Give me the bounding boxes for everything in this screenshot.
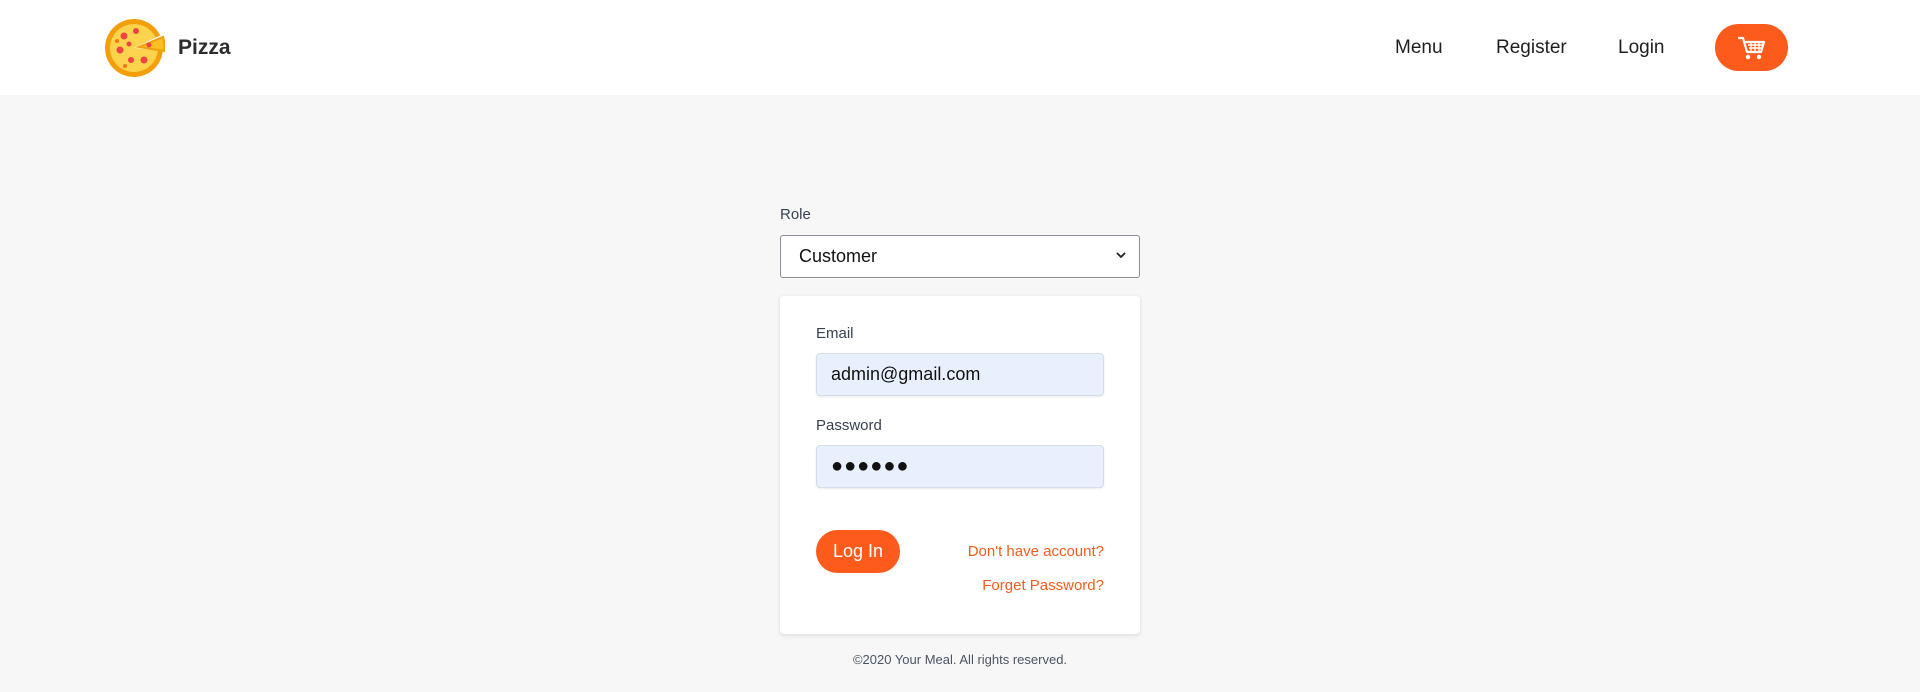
- footer-copyright: ©2020 Your Meal. All rights reserved.: [852, 652, 1068, 667]
- cart-button[interactable]: [1715, 24, 1788, 71]
- nav-link-menu[interactable]: Menu: [1395, 37, 1443, 59]
- pizza-icon: [105, 19, 165, 77]
- password-label: Password: [816, 417, 882, 434]
- role-select-value: Customer: [799, 246, 878, 266]
- role-label: Role: [780, 206, 811, 223]
- brand-name: Pizza: [178, 36, 231, 59]
- password-field[interactable]: ●●●●●●: [816, 445, 1104, 488]
- navbar: Pizza Menu Register Login: [0, 0, 1920, 95]
- login-button[interactable]: Log In: [816, 530, 900, 573]
- password-value: ●●●●●●: [831, 455, 910, 477]
- register-link[interactable]: Don't have account?: [968, 543, 1104, 560]
- login-card: Email admin@gmail.com Password ●●●●●● Lo…: [780, 296, 1140, 634]
- role-select[interactable]: Customer: [780, 235, 1140, 278]
- brand-home-link[interactable]: Pizza: [103, 17, 231, 79]
- nav-link-login[interactable]: Login: [1618, 37, 1665, 59]
- email-label: Email: [816, 325, 854, 342]
- email-field[interactable]: admin@gmail.com: [816, 353, 1104, 396]
- forgot-password-link[interactable]: Forget Password?: [982, 577, 1104, 594]
- nav-link-register[interactable]: Register: [1496, 37, 1567, 59]
- email-value: admin@gmail.com: [831, 364, 981, 384]
- chevron-down-icon: [1116, 252, 1126, 258]
- shopping-cart-icon: [1737, 36, 1765, 59]
